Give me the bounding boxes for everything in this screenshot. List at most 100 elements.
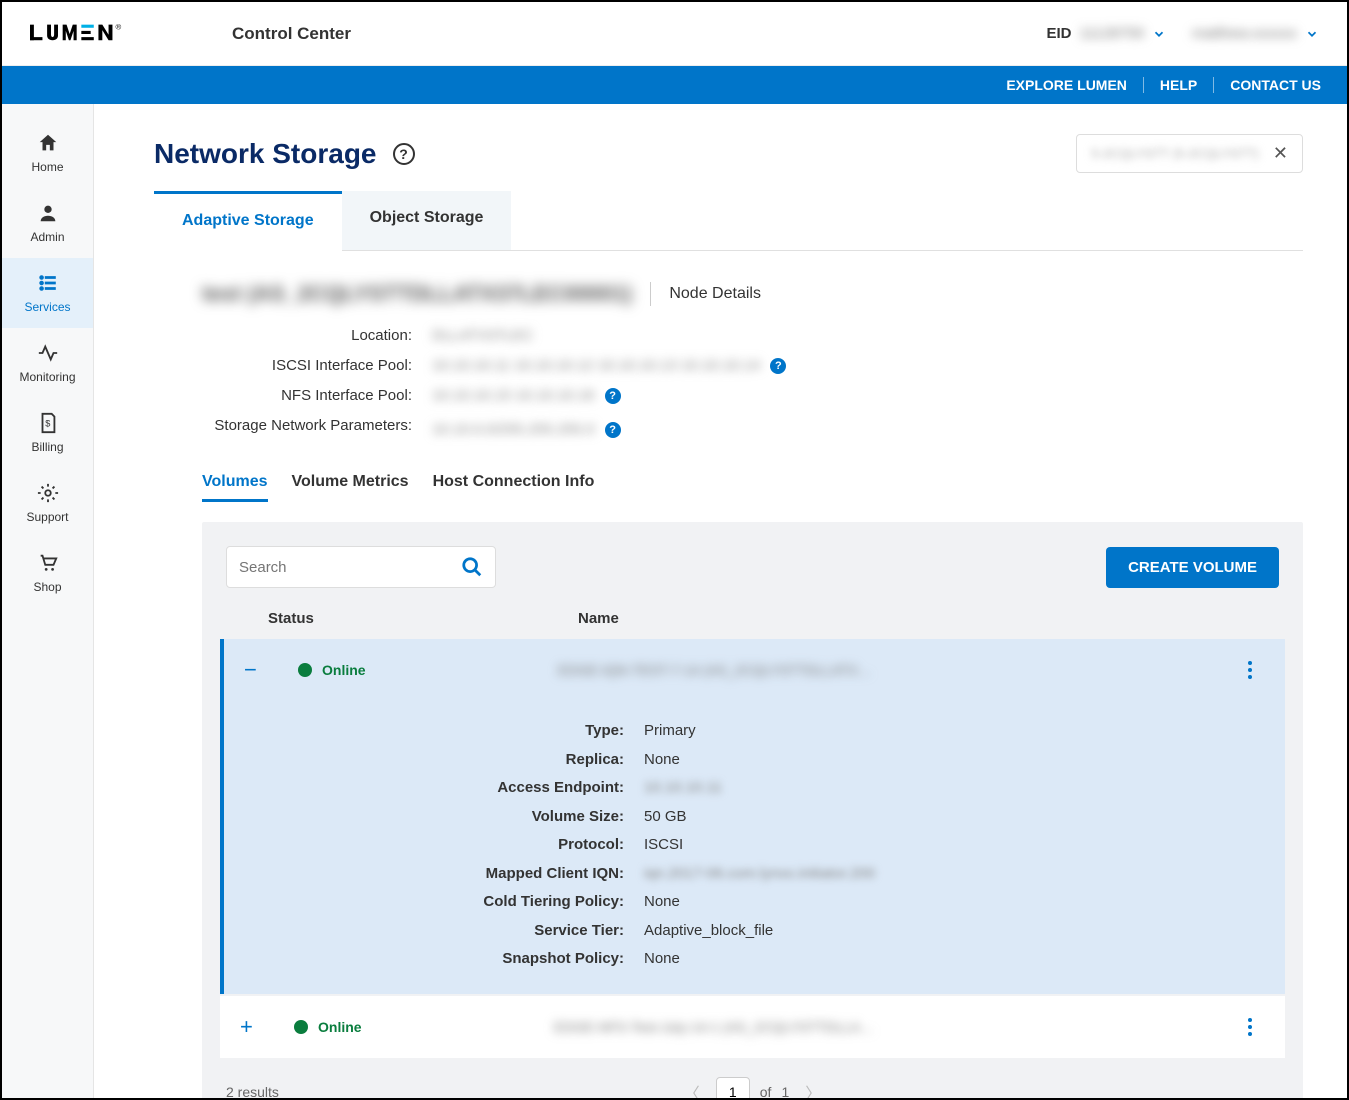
pagination: 2 results 〈 of 1 〉: [220, 1058, 1285, 1099]
sidebar-item-label: Shop: [33, 580, 61, 594]
results-count: 2 results: [226, 1084, 279, 1099]
detail-value: 10.10.10.11: [644, 774, 875, 803]
kebab-menu-icon[interactable]: [1235, 661, 1265, 679]
info-icon[interactable]: ?: [605, 422, 621, 438]
row-name: EDGE-NFS-Test-July-14-1 (AS_2CQLYSTTDLLA…: [554, 1019, 1235, 1035]
sidebar-item-support[interactable]: Support: [2, 468, 93, 538]
label-nfs: NFS Interface Pool:: [202, 381, 412, 411]
col-status: Status: [268, 610, 578, 627]
top-nav-bar: EXPLORE LUMEN HELP CONTACT US: [2, 66, 1347, 104]
gear-user-icon: [37, 482, 59, 504]
svg-text:®: ®: [116, 22, 122, 31]
detail-value: None: [644, 945, 875, 974]
list-icon: [37, 272, 59, 294]
tab-host-connection[interactable]: Host Connection Info: [433, 465, 595, 502]
detail-value: iqn.2017-06.com.lynxx.initiator.200: [644, 860, 875, 889]
user-name: matthew.xxxxxx: [1192, 25, 1297, 42]
sidebar-item-admin[interactable]: Admin: [2, 188, 93, 258]
top-header: ® Control Center EID 11128759 matthew.xx…: [2, 2, 1347, 66]
search-box: [226, 546, 496, 588]
home-icon: [37, 132, 59, 154]
sidebar-item-label: Home: [31, 160, 63, 174]
table-row: − Online EDGE-IQN-TEST-7-14 (AS_2CQLYSTT…: [220, 639, 1285, 701]
next-page-icon[interactable]: 〉: [799, 1076, 827, 1099]
sidebar-item-label: Services: [24, 300, 70, 314]
detail-label: Type:: [244, 717, 624, 746]
expand-icon[interactable]: +: [240, 1014, 264, 1040]
info-icon[interactable]: ?: [605, 388, 621, 404]
val-location: DLLATX37LEC: [432, 321, 533, 351]
tab-adaptive-storage[interactable]: Adaptive Storage: [154, 191, 342, 251]
sidebar-item-monitoring[interactable]: Monitoring: [2, 328, 93, 398]
eid-selector[interactable]: EID 11128759: [1046, 25, 1166, 42]
chevron-down-icon: [1152, 27, 1166, 41]
status-text: Online: [322, 662, 366, 678]
collapse-icon[interactable]: −: [244, 657, 268, 683]
nav-help[interactable]: HELP: [1144, 77, 1214, 93]
main-content: Network Storage ? 5-2CQLYSTT (5-2CQLYSTT…: [94, 104, 1347, 1098]
status-text: Online: [318, 1019, 362, 1035]
val-storage-net: 10.10.0.0/255.255.255.0: [432, 415, 595, 445]
detail-value: Primary: [644, 717, 875, 746]
val-iscsi: 10.10.10.11 10.10.10.12 10.10.10.13 10.1…: [432, 351, 760, 381]
lumen-logo[interactable]: ®: [30, 22, 170, 46]
nav-contact[interactable]: CONTACT US: [1214, 77, 1321, 93]
search-input[interactable]: [239, 559, 461, 576]
val-nfs: 10.10.10.15 10.10.10.16: [432, 381, 595, 411]
sidebar-item-label: Monitoring: [19, 370, 75, 384]
prev-page-icon[interactable]: 〈: [678, 1076, 706, 1099]
row-details: Type:Replica:Access Endpoint:Volume Size…: [220, 701, 1285, 994]
node-title: test (AS_2CQLYSTTDLLATX37LEC00001): [202, 281, 632, 307]
search-icon[interactable]: [461, 556, 483, 578]
label-storage-net: Storage Network Parameters:: [202, 411, 412, 436]
sidebar-item-label: Support: [26, 510, 68, 524]
node-details-link[interactable]: Node Details: [669, 285, 761, 303]
detail-label: Access Endpoint:: [244, 774, 624, 803]
detail-label: Replica:: [244, 746, 624, 775]
sidebar-item-label: Admin: [30, 230, 64, 244]
activity-icon: [37, 342, 59, 364]
volumes-panel: CREATE VOLUME Status Name − Online EDGE-…: [202, 522, 1303, 1098]
user-selector[interactable]: matthew.xxxxxx: [1192, 25, 1319, 42]
chip-text: 5-2CQLYSTT (5-2CQLYSTT): [1091, 146, 1259, 161]
node-details-block: test (AS_2CQLYSTTDLLATX37LEC00001) Node …: [154, 251, 1303, 465]
billing-icon: $: [37, 412, 59, 434]
svg-text:$: $: [45, 419, 50, 429]
table-header: Status Name: [220, 588, 1285, 637]
detail-value: None: [644, 888, 875, 917]
page-input[interactable]: [716, 1077, 750, 1099]
nav-explore[interactable]: EXPLORE LUMEN: [990, 77, 1144, 93]
sidebar-item-home[interactable]: Home: [2, 118, 93, 188]
detail-value: Adaptive_block_file: [644, 917, 875, 946]
tab-object-storage[interactable]: Object Storage: [342, 191, 512, 250]
status-dot-icon: [294, 1020, 308, 1034]
secondary-tabs: Volumes Volume Metrics Host Connection I…: [202, 465, 1303, 502]
detail-value: 50 GB: [644, 803, 875, 832]
label-iscsi: ISCSI Interface Pool:: [202, 351, 412, 381]
tab-volumes[interactable]: Volumes: [202, 465, 268, 502]
detail-value: ISCSI: [644, 831, 875, 860]
page-total: 1: [781, 1084, 789, 1099]
col-name: Name: [578, 610, 1285, 627]
detail-label: Volume Size:: [244, 803, 624, 832]
sidebar-item-shop[interactable]: Shop: [2, 538, 93, 608]
primary-tabs: Adaptive Storage Object Storage: [154, 191, 1303, 251]
sidebar-item-services[interactable]: Services: [2, 258, 93, 328]
separator: [650, 282, 651, 306]
detail-label: Cold Tiering Policy:: [244, 888, 624, 917]
sidebar: Home Admin Services Monitoring $ Billing…: [2, 104, 94, 1098]
kebab-menu-icon[interactable]: [1235, 1018, 1265, 1036]
tab-volume-metrics[interactable]: Volume Metrics: [292, 465, 409, 502]
filter-chip: 5-2CQLYSTT (5-2CQLYSTT) ✕: [1076, 134, 1303, 173]
eid-label: EID: [1046, 25, 1071, 42]
detail-label: Snapshot Policy:: [244, 945, 624, 974]
detail-label: Protocol:: [244, 831, 624, 860]
status-dot-icon: [298, 663, 312, 677]
sidebar-item-billing[interactable]: $ Billing: [2, 398, 93, 468]
help-icon[interactable]: ?: [393, 143, 415, 165]
page-title: Network Storage: [154, 138, 377, 170]
info-icon[interactable]: ?: [770, 358, 786, 374]
create-volume-button[interactable]: CREATE VOLUME: [1106, 547, 1279, 588]
close-icon[interactable]: ✕: [1273, 143, 1288, 164]
label-location: Location:: [202, 321, 412, 351]
